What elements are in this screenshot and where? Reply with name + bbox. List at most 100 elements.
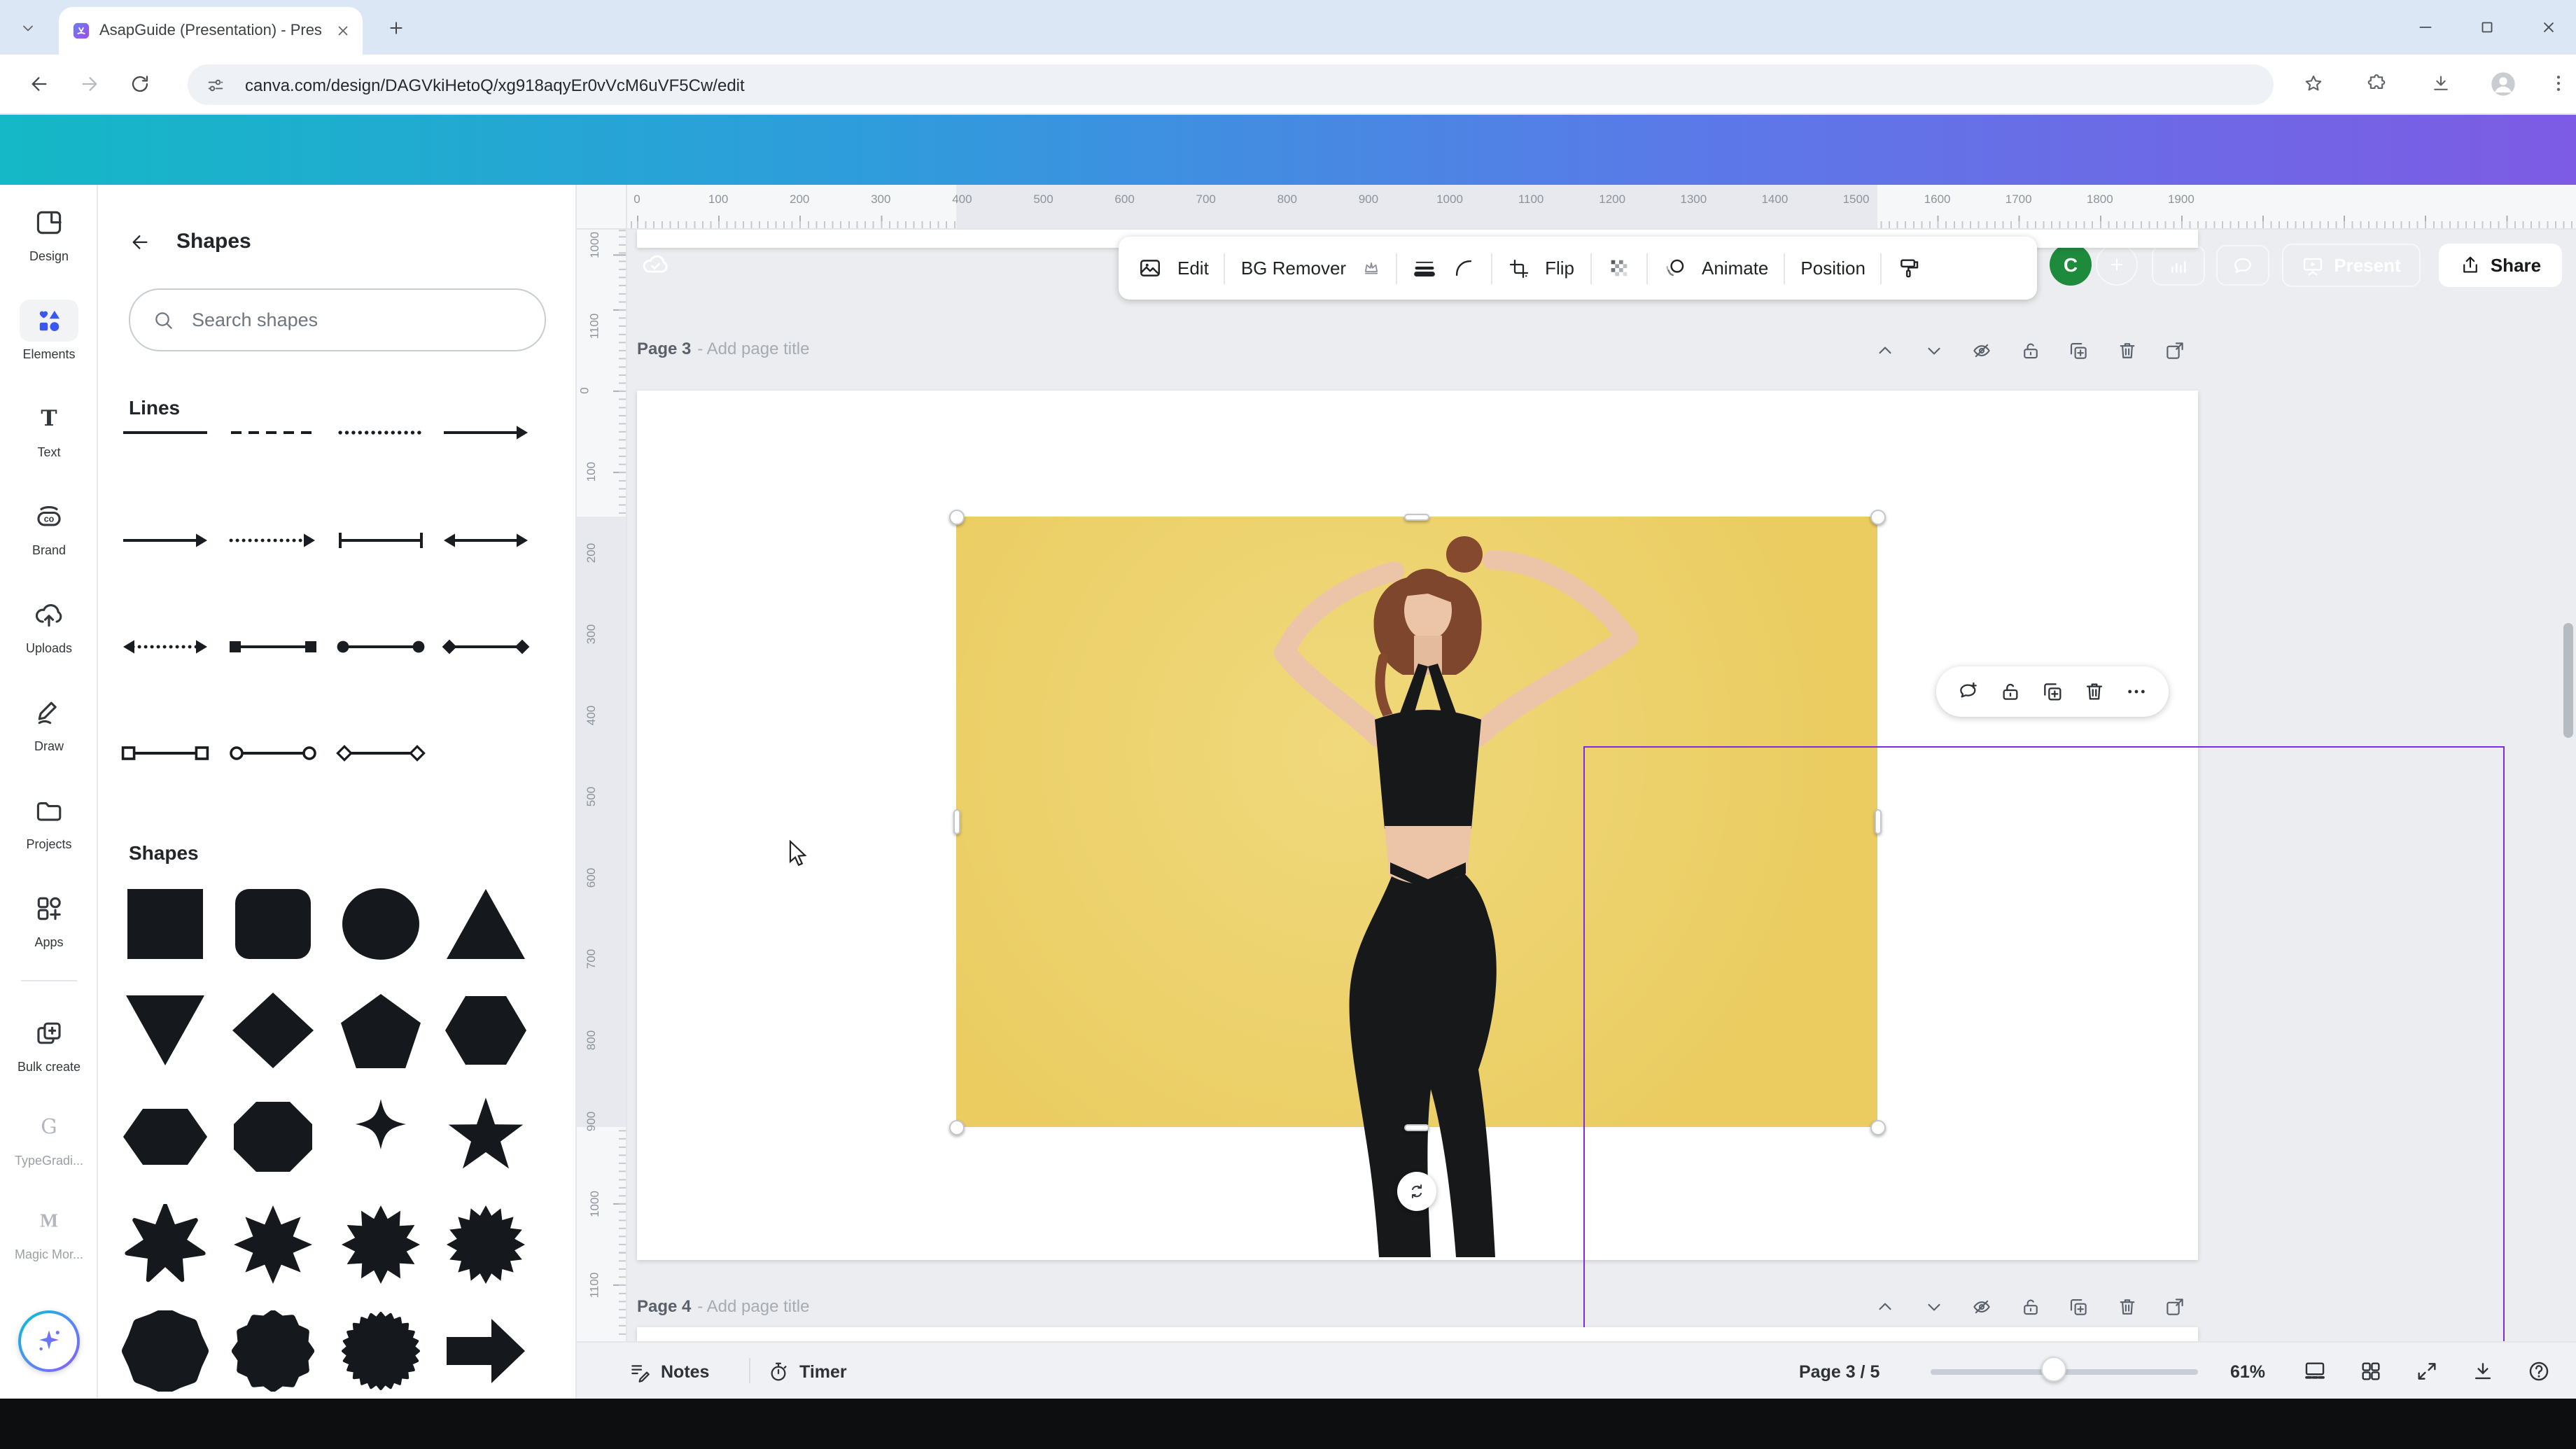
footer-presenter-view-icon[interactable]: [2303, 1359, 2327, 1383]
shape-hexagon-wide[interactable]: [120, 1096, 210, 1177]
downloads-icon[interactable]: [2430, 73, 2451, 94]
page4-add-page-icon[interactable]: [2164, 1296, 2185, 1317]
edit-button[interactable]: Edit: [1177, 258, 1209, 279]
line-style-dotted-double-arrow[interactable]: [120, 636, 210, 658]
shape-scallop-circle[interactable]: [228, 1310, 318, 1392]
sidebar-item-projects[interactable]: Projects: [0, 790, 98, 851]
shape-star-16[interactable]: [441, 1204, 531, 1285]
line-style-open-square-ends-line[interactable]: [120, 742, 210, 764]
search-input[interactable]: [192, 309, 500, 330]
page3-title-placeholder[interactable]: Add page title: [707, 339, 810, 358]
canvas-area[interactable]: Page 3 - Add page title: [627, 230, 2576, 1341]
shape-square[interactable]: [120, 883, 210, 965]
page3-duplicate-icon[interactable]: [2068, 340, 2089, 361]
sidebar-item-brand[interactable]: coBrand: [0, 496, 98, 557]
page4-chevron-up-icon[interactable]: [1875, 1296, 1896, 1317]
browser-menu-icon[interactable]: [2548, 73, 2569, 94]
copy-style-icon[interactable]: [1898, 256, 1921, 280]
shape-star-5[interactable]: [441, 1096, 531, 1177]
resize-handle-right[interactable]: [1874, 809, 1881, 834]
sidebar-item-draw[interactable]: Draw: [0, 692, 98, 753]
line-style-circle-ends-line[interactable]: [336, 636, 426, 658]
page4-duplicate-icon[interactable]: [2068, 1296, 2089, 1317]
line-style-arrow-line[interactable]: [441, 421, 531, 444]
resize-handle-bottom[interactable]: [1404, 1124, 1429, 1130]
flip-button[interactable]: Flip: [1545, 258, 1574, 279]
sidebar-item-uploads[interactable]: Uploads: [0, 594, 98, 655]
page3-chevron-down-icon[interactable]: [1923, 340, 1944, 361]
new-tab-button[interactable]: [386, 18, 406, 38]
transparency-icon[interactable]: [1606, 256, 1630, 280]
shapes-search-box[interactable]: [129, 288, 546, 351]
browser-tab[interactable]: AsapGuide (Presentation) - Pres: [59, 7, 363, 55]
site-info-icon[interactable]: [206, 75, 225, 94]
line-style-diamond-ends-line[interactable]: [441, 636, 531, 658]
shape-star-7[interactable]: [120, 1204, 210, 1285]
browser-back-button[interactable]: [28, 73, 50, 95]
url-bar[interactable]: canva.com/design/DAGVkiHetoQ/xg918aqyEr0…: [188, 64, 2274, 105]
browser-profile-avatar[interactable]: [2489, 70, 2517, 98]
edit-image-icon[interactable]: [1138, 256, 1162, 280]
page3-lock-open-icon[interactable]: [2019, 340, 2040, 361]
page-indicator[interactable]: Page 3 / 5: [1799, 1343, 1879, 1400]
bookmark-star-icon[interactable]: [2303, 73, 2324, 94]
resize-handle-top-right[interactable]: [1870, 509, 1885, 524]
resize-handle-top[interactable]: [1404, 513, 1429, 520]
tab-close-icon[interactable]: [335, 22, 351, 39]
canvas-scrollbar-thumb[interactable]: [2563, 623, 2573, 738]
footer-download-icon[interactable]: [2471, 1359, 2495, 1383]
sidebar-item-design[interactable]: Design: [0, 202, 98, 263]
shape-triangle[interactable]: [441, 883, 531, 965]
shape-blob-octo[interactable]: [120, 1310, 210, 1392]
window-close-button[interactable]: [2540, 18, 2558, 36]
line-style-double-arrow[interactable]: [441, 529, 531, 552]
selection-duplicate-icon[interactable]: [2041, 680, 2064, 703]
line-style-solid-line[interactable]: [120, 421, 210, 444]
timer-button[interactable]: Timer: [767, 1343, 847, 1400]
shape-arrow-right[interactable]: [441, 1310, 531, 1392]
selection-lock-open-icon[interactable]: [1999, 680, 2022, 703]
canva-assistant-button[interactable]: [18, 1310, 80, 1372]
page3-hide-page-icon[interactable]: [1971, 340, 1992, 361]
line-style-square-ends-line[interactable]: [228, 636, 318, 658]
page4-lock-open-icon[interactable]: [2019, 1296, 2040, 1317]
sidebar-item-bulk-create[interactable]: Bulk create: [0, 1012, 98, 1074]
shape-star-12[interactable]: [336, 1204, 426, 1285]
shape-burst-circle[interactable]: [336, 1310, 426, 1392]
line-style-bar-ended-line[interactable]: [336, 529, 426, 552]
shape-star-4[interactable]: [336, 1096, 426, 1177]
line-style-dotted-line[interactable]: [336, 421, 426, 444]
animate-button[interactable]: Animate: [1702, 258, 1768, 279]
shape-diamond[interactable]: [228, 990, 318, 1071]
footer-help-icon[interactable]: [2527, 1359, 2551, 1383]
resize-handle-left[interactable]: [953, 809, 960, 834]
curve-icon[interactable]: [1451, 256, 1475, 280]
line-weight-icon[interactable]: [1412, 256, 1436, 280]
sidebar-item-apps[interactable]: Apps: [0, 888, 98, 949]
shape-rounded-square[interactable]: [228, 883, 318, 965]
page4-hide-page-icon[interactable]: [1971, 1296, 1992, 1317]
sidebar-item-text[interactable]: TText: [0, 398, 98, 459]
selection-more-dots-icon[interactable]: [2125, 680, 2148, 703]
shape-hexagon[interactable]: [441, 990, 531, 1071]
tab-search-chevron-icon[interactable]: [20, 20, 36, 36]
footer-fullscreen-icon[interactable]: [2415, 1359, 2439, 1383]
line-style-dotted-arrow[interactable]: [228, 529, 318, 552]
page4-title-placeholder[interactable]: Add page title: [707, 1296, 810, 1316]
extensions-icon[interactable]: [2366, 73, 2387, 94]
window-minimize-button[interactable]: [2416, 18, 2435, 36]
shape-octagon[interactable]: [228, 1096, 318, 1177]
page4-trash-icon[interactable]: [2116, 1296, 2137, 1317]
window-maximize-button[interactable]: [2478, 18, 2496, 36]
shape-pentagon[interactable]: [336, 990, 426, 1071]
crop-icon[interactable]: [1507, 257, 1530, 279]
shape-circle[interactable]: [336, 883, 426, 965]
notes-button[interactable]: Notes: [629, 1343, 709, 1400]
shape-star-8[interactable]: [228, 1204, 318, 1285]
page4-chevron-down-icon[interactable]: [1923, 1296, 1944, 1317]
resize-handle-bottom-right[interactable]: [1870, 1119, 1885, 1135]
page3-add-page-icon[interactable]: [2164, 340, 2185, 361]
line-style-open-circle-ends-line[interactable]: [228, 742, 318, 764]
sidebar-item-magic-morph[interactable]: MMagic Mor...: [0, 1200, 98, 1261]
browser-forward-button[interactable]: [78, 73, 101, 95]
